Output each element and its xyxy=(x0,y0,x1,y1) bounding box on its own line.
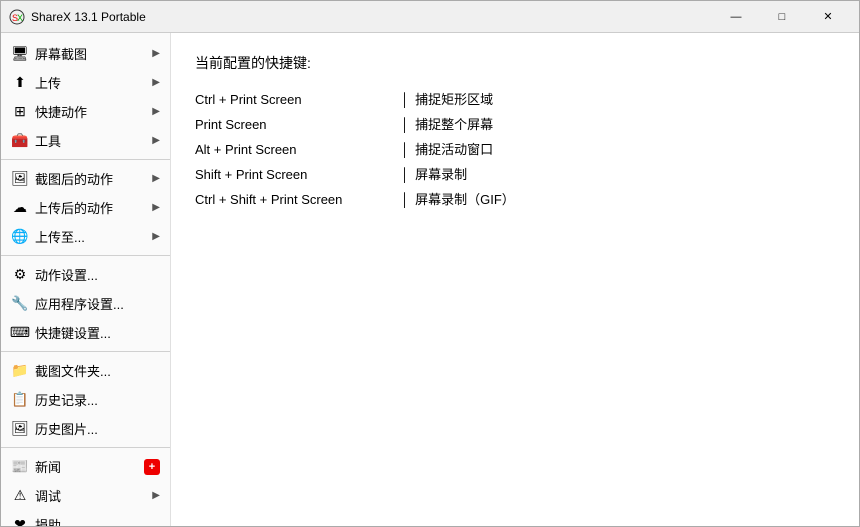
shortcut-separator: │ xyxy=(401,92,409,107)
separator-1 xyxy=(1,159,170,160)
shortcut-row: Ctrl + Print Screen │ 捕捉矩形区域 xyxy=(195,89,835,108)
upload-arrow: ▶ xyxy=(152,77,160,88)
shortcut-description: 屏幕录制（GIF） xyxy=(415,189,515,208)
after-upload-icon: ☁ xyxy=(11,199,29,217)
shortcut-separator: │ xyxy=(401,192,409,207)
after-upload-arrow: ▶ xyxy=(152,202,160,213)
tools-arrow: ▶ xyxy=(152,135,160,146)
donate-label: 捐助 xyxy=(35,515,160,526)
sidebar-item-donate[interactable]: ❤ 捐助 xyxy=(1,510,170,526)
sidebar: 🖥 屏幕截图 ▶ ⬆ 上传 ▶ ⊞ 快捷动作 ▶ 🧰 工具 ▶ 🖼 xyxy=(1,33,171,526)
main-content: 🖥 屏幕截图 ▶ ⬆ 上传 ▶ ⊞ 快捷动作 ▶ 🧰 工具 ▶ 🖼 xyxy=(1,33,859,526)
shortcut-description: 屏幕录制 xyxy=(415,164,467,183)
tools-label: 工具 xyxy=(35,131,152,150)
after-capture-arrow: ▶ xyxy=(152,173,160,184)
after-capture-label: 截图后的动作 xyxy=(35,169,152,188)
separator-2 xyxy=(1,255,170,256)
sidebar-item-shortcuts[interactable]: ⊞ 快捷动作 ▶ xyxy=(1,97,170,126)
sidebar-item-screenshot[interactable]: 🖥 屏幕截图 ▶ xyxy=(1,39,170,68)
minimize-button[interactable]: — xyxy=(713,1,759,33)
history-label: 历史记录... xyxy=(35,390,160,409)
destinations-label: 上传至... xyxy=(35,227,152,246)
shortcut-row: Ctrl + Shift + Print Screen │ 屏幕录制（GIF） xyxy=(195,189,835,208)
debug-icon: ⚠ xyxy=(11,487,29,505)
separator-4 xyxy=(1,447,170,448)
shortcuts-title: 当前配置的快捷键: xyxy=(195,53,835,73)
shortcuts-arrow: ▶ xyxy=(152,106,160,117)
app-settings-icon: 🔧 xyxy=(11,295,29,313)
shortcut-description: 捕捉矩形区域 xyxy=(415,89,493,108)
shortcut-row: Print Screen │ 捕捉整个屏幕 xyxy=(195,114,835,133)
debug-arrow: ▶ xyxy=(152,490,160,501)
tools-icon: 🧰 xyxy=(11,132,29,150)
news-icon: 📰 xyxy=(11,458,29,476)
sidebar-item-news[interactable]: 📰 新闻 + xyxy=(1,452,170,481)
hotkey-settings-label: 快捷键设置... xyxy=(35,323,160,342)
sidebar-item-debug[interactable]: ⚠ 调试 ▶ xyxy=(1,481,170,510)
separator-3 xyxy=(1,351,170,352)
shortcut-row: Shift + Print Screen │ 屏幕录制 xyxy=(195,164,835,183)
window-title: ShareX 13.1 Portable xyxy=(31,10,713,24)
shortcut-row: Alt + Print Screen │ 捕捉活动窗口 xyxy=(195,139,835,158)
action-settings-icon: ⚙ xyxy=(11,266,29,284)
sidebar-item-tools[interactable]: 🧰 工具 ▶ xyxy=(1,126,170,155)
screenshot-icon: 🖥 xyxy=(11,45,29,63)
main-panel: 当前配置的快捷键: Ctrl + Print Screen │ 捕捉矩形区域 P… xyxy=(171,33,859,526)
shortcut-keys: Alt + Print Screen xyxy=(195,142,395,157)
upload-icon: ⬆ xyxy=(11,74,29,92)
shortcut-keys: Ctrl + Print Screen xyxy=(195,92,395,107)
action-settings-label: 动作设置... xyxy=(35,265,160,284)
shortcut-description: 捕捉活动窗口 xyxy=(415,139,493,158)
sidebar-item-upload[interactable]: ⬆ 上传 ▶ xyxy=(1,68,170,97)
sidebar-item-after-upload[interactable]: ☁ 上传后的动作 ▶ xyxy=(1,193,170,222)
hotkey-settings-icon: ⌨ xyxy=(11,324,29,342)
svg-text:X: X xyxy=(17,13,23,23)
title-bar: S X ShareX 13.1 Portable — □ ✕ xyxy=(1,1,859,33)
shortcut-description: 捕捉整个屏幕 xyxy=(415,114,493,133)
sidebar-item-image-history[interactable]: 🖼 历史图片... xyxy=(1,414,170,443)
upload-label: 上传 xyxy=(35,73,152,92)
destinations-arrow: ▶ xyxy=(152,231,160,242)
sidebar-item-after-capture[interactable]: 🖼 截图后的动作 ▶ xyxy=(1,164,170,193)
news-label: 新闻 xyxy=(35,457,140,476)
screenshot-arrow: ▶ xyxy=(152,48,160,59)
sidebar-item-history[interactable]: 📋 历史记录... xyxy=(1,385,170,414)
shortcut-keys: Shift + Print Screen xyxy=(195,167,395,182)
history-icon: 📋 xyxy=(11,391,29,409)
image-history-icon: 🖼 xyxy=(11,420,29,438)
sidebar-item-app-settings[interactable]: 🔧 应用程序设置... xyxy=(1,289,170,318)
donate-icon: ❤ xyxy=(11,516,29,527)
shortcuts-icon: ⊞ xyxy=(11,103,29,121)
debug-label: 调试 xyxy=(35,486,152,505)
app-settings-label: 应用程序设置... xyxy=(35,294,160,313)
shortcut-separator: │ xyxy=(401,142,409,157)
sidebar-item-action-settings[interactable]: ⚙ 动作设置... xyxy=(1,260,170,289)
sidebar-item-hotkey-settings[interactable]: ⌨ 快捷键设置... xyxy=(1,318,170,347)
maximize-button[interactable]: □ xyxy=(759,1,805,33)
destinations-icon: 🌐 xyxy=(11,228,29,246)
close-button[interactable]: ✕ xyxy=(805,1,851,33)
sidebar-item-destinations[interactable]: 🌐 上传至... ▶ xyxy=(1,222,170,251)
shortcut-separator: │ xyxy=(401,167,409,182)
news-badge: + xyxy=(144,459,160,475)
sidebar-item-screenshot-folder[interactable]: 📁 截图文件夹... xyxy=(1,356,170,385)
after-upload-label: 上传后的动作 xyxy=(35,198,152,217)
after-capture-icon: 🖼 xyxy=(11,170,29,188)
screenshot-label: 屏幕截图 xyxy=(35,44,152,63)
shortcut-keys: Ctrl + Shift + Print Screen xyxy=(195,192,395,207)
shortcut-separator: │ xyxy=(401,117,409,132)
app-window: S X ShareX 13.1 Portable — □ ✕ 🖥 屏幕截图 ▶ … xyxy=(0,0,860,527)
shortcuts-list: Ctrl + Print Screen │ 捕捉矩形区域 Print Scree… xyxy=(195,89,835,208)
window-controls: — □ ✕ xyxy=(713,1,851,33)
image-history-label: 历史图片... xyxy=(35,419,160,438)
screenshot-folder-label: 截图文件夹... xyxy=(35,361,160,380)
shortcuts-label: 快捷动作 xyxy=(35,102,152,121)
app-icon: S X xyxy=(9,9,25,25)
screenshot-folder-icon: 📁 xyxy=(11,362,29,380)
shortcut-keys: Print Screen xyxy=(195,117,395,132)
